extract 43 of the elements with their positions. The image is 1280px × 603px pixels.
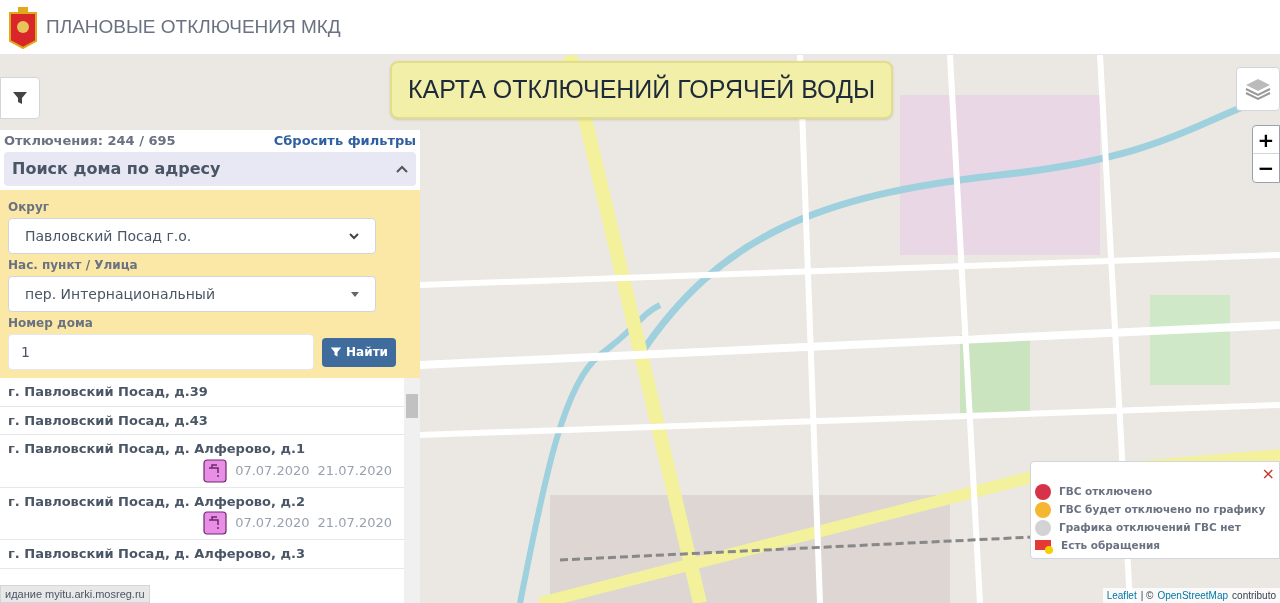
field-label: Округ bbox=[8, 199, 51, 216]
leaflet-link[interactable]: Leaflet bbox=[1106, 588, 1137, 603]
reset-filters-link[interactable]: Сбросить фильтры bbox=[273, 131, 416, 151]
end-date: 21.07.2020 bbox=[317, 461, 392, 480]
result-item[interactable]: г. Павловский Посад, д.39 bbox=[0, 378, 404, 407]
layers-button[interactable] bbox=[1236, 67, 1280, 111]
street-select[interactable]: пер. Интернациональный bbox=[8, 276, 376, 312]
zoom-in-button[interactable]: + bbox=[1253, 126, 1279, 154]
filter-icon bbox=[330, 346, 343, 358]
envelope-warning-icon bbox=[1035, 538, 1053, 554]
field-label: Нас. пункт / Улица bbox=[8, 257, 139, 274]
attribution-separator: | © bbox=[1140, 589, 1154, 603]
legend-label: Графика отключений ГВС нет bbox=[1059, 520, 1241, 536]
district-select[interactable]: Павловский Посад г.о. bbox=[8, 218, 376, 254]
map-title-banner: КАРТА ОТКЛЮЧЕНИЙ ГОРЯЧЕЙ ВОДЫ bbox=[390, 61, 894, 119]
chevron-icon bbox=[349, 232, 359, 240]
coat-of-arms-icon bbox=[8, 5, 38, 49]
caret-icon bbox=[351, 291, 359, 297]
app-title: ПЛАНОВЫЕ ОТКЛЮЧЕНИЯ МКД bbox=[46, 14, 341, 39]
attribution-text: contributo bbox=[1232, 589, 1276, 603]
legend-label: Есть обращения bbox=[1061, 538, 1160, 554]
result-item[interactable]: г. Павловский Посад, д. Алферово, д.1 07.07.2020 21.07.2020 bbox=[0, 435, 404, 488]
legend-label: ГВС будет отключено по графику bbox=[1059, 502, 1266, 518]
start-date: 07.07.2020 bbox=[235, 461, 310, 480]
filter-button[interactable] bbox=[0, 77, 40, 119]
find-button[interactable]: Найти bbox=[322, 337, 396, 367]
zoom-out-button[interactable]: − bbox=[1253, 154, 1279, 182]
filter-icon bbox=[12, 90, 28, 106]
house-number-field[interactable]: 1 bbox=[8, 334, 314, 370]
field-label: Номер дома bbox=[8, 315, 94, 332]
layers-icon bbox=[1245, 77, 1271, 101]
result-item[interactable]: г. Павловский Посад, д.43 bbox=[0, 406, 404, 435]
end-date: 21.07.2020 bbox=[317, 514, 392, 533]
start-date: 07.07.2020 bbox=[235, 514, 310, 533]
chevron-icon bbox=[396, 165, 408, 173]
outage-count: Отключения: 244 / 695 bbox=[4, 132, 176, 151]
close-button[interactable]: × bbox=[1261, 466, 1275, 482]
openstreetmap-link[interactable]: OpenStreetMap bbox=[1157, 588, 1229, 603]
address-search-header[interactable]: Поиск дома по адресу bbox=[4, 152, 416, 186]
result-item[interactable]: г. Павловский Посад, д. Алферово, д.3 bbox=[0, 540, 404, 569]
result-item[interactable]: г. Павловский Посад, д. Алферово, д.2 07.07.2020 21.07.2020 bbox=[0, 487, 404, 540]
scrollbar[interactable] bbox=[404, 378, 420, 603]
legend-label: ГВС отключено bbox=[1059, 484, 1153, 500]
